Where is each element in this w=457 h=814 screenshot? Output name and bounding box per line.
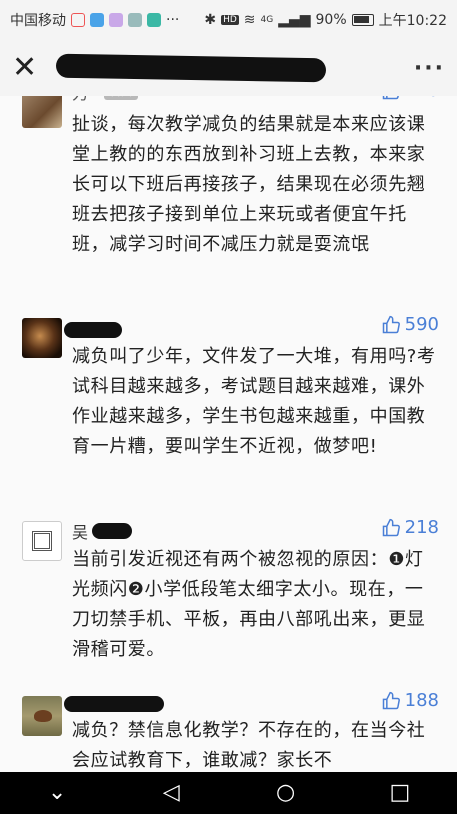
collapse-button[interactable]: ⌄ bbox=[27, 772, 87, 814]
close-button[interactable]: ✕ bbox=[12, 53, 44, 83]
commenter-name-redacted[interactable] bbox=[64, 322, 122, 338]
image-icon bbox=[128, 13, 142, 27]
commenter-name-redacted[interactable] bbox=[64, 696, 164, 712]
commenter-name-redacted bbox=[92, 523, 132, 539]
back-button[interactable]: ◁ bbox=[141, 772, 201, 814]
avatar[interactable] bbox=[22, 318, 62, 358]
nfc-icon bbox=[71, 13, 85, 27]
app-icon bbox=[147, 13, 161, 27]
hd-badge: HD bbox=[221, 15, 239, 25]
signal-label: 4G bbox=[260, 15, 274, 25]
comment-text: 减负叫了少年，文件发了一大堆，有用吗?考试科目越来越多，考试题目越来越难，课外作… bbox=[72, 346, 436, 457]
system-nav-bar: ⌄ ◁ ○ □ bbox=[0, 772, 457, 814]
wifi-icon: ≋ bbox=[243, 12, 256, 28]
thumbs-up-icon bbox=[382, 315, 400, 333]
avatar[interactable] bbox=[22, 96, 62, 128]
more-notifications-icon: ··· bbox=[166, 12, 180, 28]
status-right: ✱ HD ≋ 4G ▂▄▆ 90% 上午10:22 bbox=[204, 10, 447, 30]
like-button[interactable]: 140 bbox=[381, 96, 439, 101]
like-button[interactable]: 188 bbox=[381, 690, 439, 711]
avatar[interactable] bbox=[22, 521, 62, 561]
signal-bars-icon: ▂▄▆ bbox=[278, 12, 311, 28]
user-tag-badge: 首页 bbox=[104, 96, 138, 100]
like-button[interactable]: 218 bbox=[381, 517, 439, 538]
recents-button[interactable]: □ bbox=[370, 772, 430, 814]
commenter-name[interactable]: 吴 bbox=[72, 519, 88, 543]
thumbs-up-icon bbox=[382, 96, 399, 99]
thumbs-up-icon bbox=[382, 691, 400, 709]
avatar[interactable] bbox=[22, 696, 62, 736]
like-count: 590 bbox=[404, 314, 439, 335]
like-count: 218 bbox=[404, 517, 439, 538]
top-nav-bar: ✕ ··· bbox=[0, 40, 457, 96]
app-notification-icon bbox=[90, 13, 104, 27]
like-button[interactable]: 590 bbox=[381, 314, 439, 335]
bird-icon bbox=[34, 710, 52, 722]
like-count: 140 bbox=[405, 96, 439, 101]
like-count: 188 bbox=[404, 690, 439, 711]
bluetooth-icon: ✱ bbox=[204, 12, 217, 28]
home-button[interactable]: ○ bbox=[256, 772, 316, 814]
comment-text: 当前引发近视还有两个被忽视的原因：❶灯光频闪❷小学低段笔太细字太小。现在，一刀切… bbox=[72, 549, 426, 660]
music-icon bbox=[109, 13, 123, 27]
status-left: 中国移动 ··· bbox=[10, 10, 179, 30]
clock: 上午10:22 bbox=[378, 13, 447, 29]
thumbs-up-icon bbox=[382, 518, 400, 536]
comment-text: 减负？禁信息化教学？不存在的，在当今社会应试教育下，谁敢减？家长不 bbox=[72, 720, 426, 771]
battery-percent: 90% bbox=[315, 12, 347, 28]
qr-pattern-icon bbox=[32, 531, 52, 551]
comment-feed[interactable]: 力 首页 140 扯谈，每次教学减负的结果就是本来应该课堂上教的的东西放到补习班… bbox=[0, 96, 457, 772]
status-bar: 中国移动 ··· ✱ HD ≋ 4G ▂▄▆ 90% 上午10:22 bbox=[0, 0, 457, 40]
page-title-redacted bbox=[55, 53, 327, 83]
commenter-name[interactable]: 力 bbox=[72, 96, 88, 104]
carrier-label: 中国移动 bbox=[10, 13, 66, 29]
battery-icon bbox=[351, 14, 374, 26]
more-menu-button[interactable]: ··· bbox=[414, 56, 445, 81]
comment-text: 扯谈，每次教学减负的结果就是本来应该课堂上教的的东西放到补习班上去教，本来家长可… bbox=[72, 114, 426, 255]
